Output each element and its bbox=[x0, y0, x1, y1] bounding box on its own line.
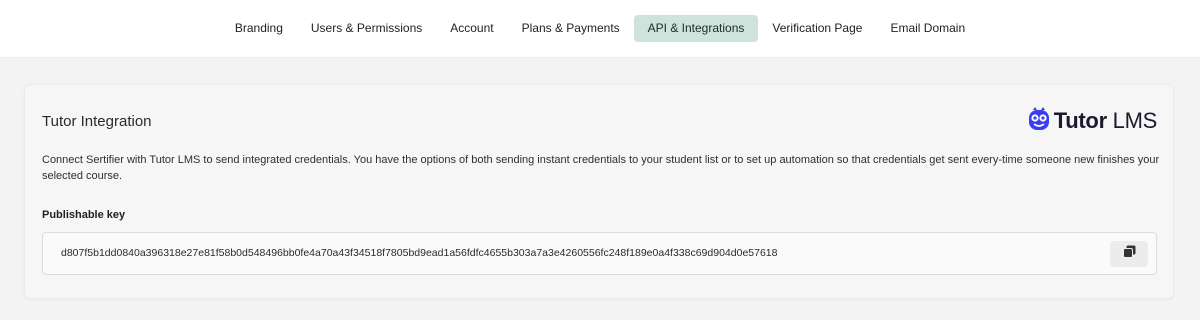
tab-plans-payments[interactable]: Plans & Payments bbox=[508, 15, 634, 42]
tab-verification-page[interactable]: Verification Page bbox=[758, 15, 876, 42]
tab-account[interactable]: Account bbox=[436, 15, 507, 42]
tutor-integration-card: Tutor Integration Tutor LMS Connect Sert… bbox=[24, 84, 1174, 299]
tab-users-permissions[interactable]: Users & Permissions bbox=[297, 15, 436, 42]
tab-branding[interactable]: Branding bbox=[221, 15, 297, 42]
publishable-key-field[interactable]: d807f5b1dd0840a396318e27e81f58b0d548496b… bbox=[42, 232, 1157, 275]
brand-name-light: LMS bbox=[1106, 108, 1158, 133]
top-navigation-bar: Branding Users & Permissions Account Pla… bbox=[0, 0, 1200, 58]
copy-key-button[interactable] bbox=[1110, 241, 1148, 267]
tutor-owl-icon bbox=[1028, 106, 1050, 136]
integration-title: Tutor Integration bbox=[42, 113, 152, 130]
publishable-key-label: Publishable key bbox=[42, 209, 126, 221]
tab-api-integrations[interactable]: API & Integrations bbox=[633, 15, 759, 42]
brand-name: Tutor LMS bbox=[1053, 108, 1158, 134]
tab-email-domain[interactable]: Email Domain bbox=[876, 15, 979, 42]
copy-icon bbox=[1122, 245, 1136, 263]
integration-description: Connect Sertifier with Tutor LMS to send… bbox=[42, 154, 1160, 182]
publishable-key-value: d807f5b1dd0840a396318e27e81f58b0d548496b… bbox=[61, 247, 778, 259]
brand-name-bold: Tutor bbox=[1053, 108, 1107, 133]
settings-tabs: Branding Users & Permissions Account Pla… bbox=[0, 15, 1200, 42]
tutor-lms-logo: Tutor LMS bbox=[1028, 106, 1158, 136]
